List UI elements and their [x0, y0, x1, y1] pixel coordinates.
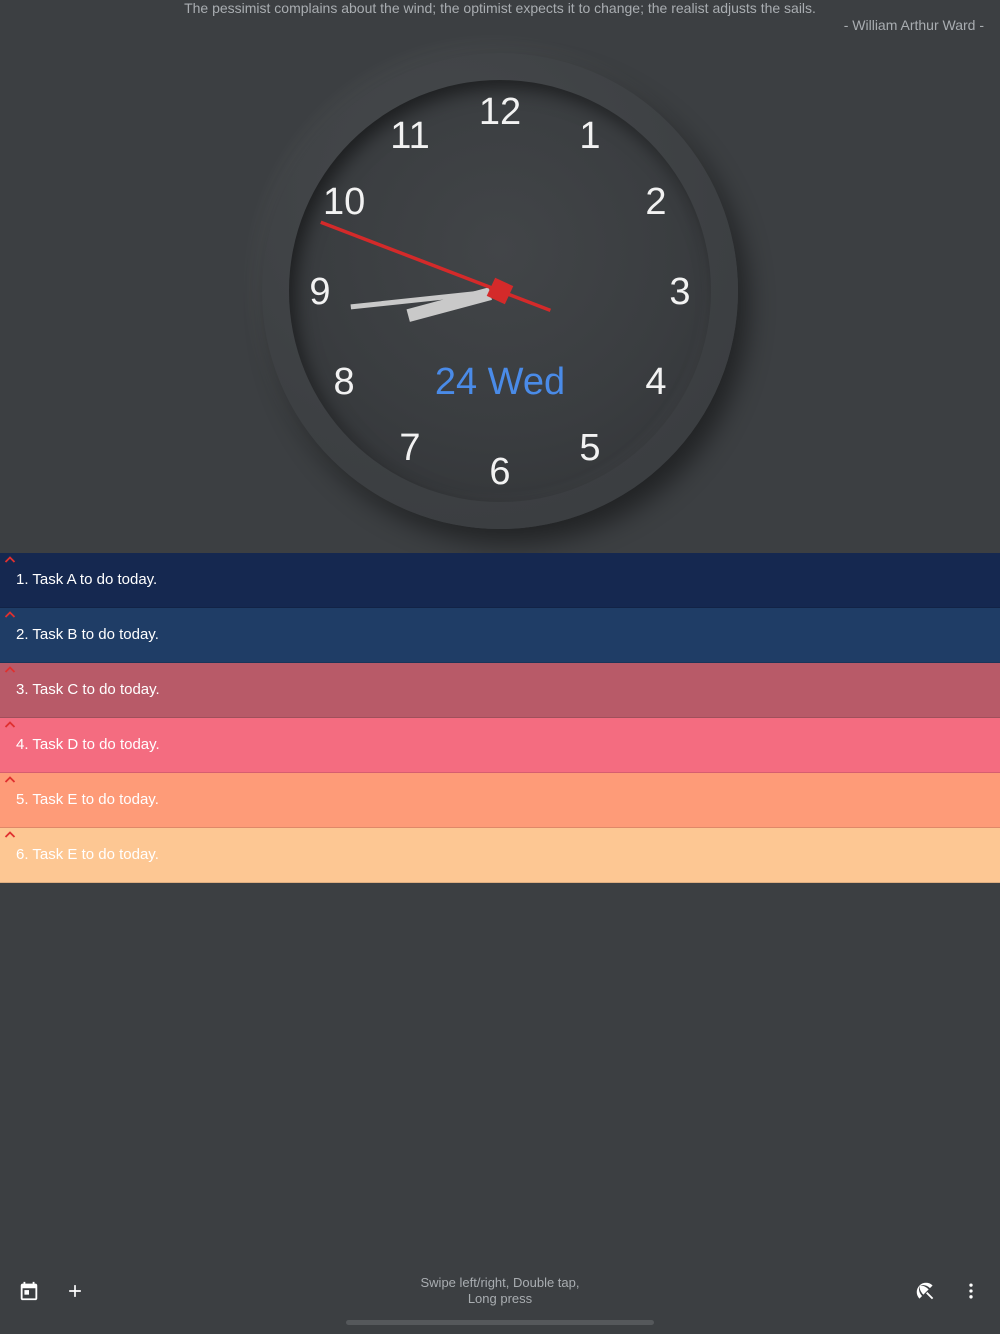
beach-umbrella-icon[interactable]	[910, 1276, 940, 1306]
task-row[interactable]: 3. Task C to do today.	[0, 663, 1000, 718]
analog-clock[interactable]: 12 1 2 3 4 5 6 7 8 9 10 11 24 Wed	[262, 53, 738, 529]
task-list: 1. Task A to do today. 2. Task B to do to…	[0, 553, 1000, 883]
caret-up-icon[interactable]	[4, 555, 16, 565]
calendar-icon[interactable]	[14, 1276, 44, 1306]
clock-numeral: 9	[309, 271, 330, 313]
task-row[interactable]: 5. Task E to do today.	[0, 773, 1000, 828]
more-vert-icon[interactable]	[956, 1276, 986, 1306]
clock-numeral: 8	[334, 361, 355, 403]
task-label: 6. Task E to do today.	[16, 846, 159, 863]
add-icon[interactable]	[60, 1276, 90, 1306]
clock-numeral: 5	[579, 427, 600, 469]
clock-numeral: 7	[399, 427, 420, 469]
clock-numeral: 2	[645, 181, 666, 223]
quote-author: - William Arthur Ward -	[843, 17, 984, 33]
gesture-hint-line-2: Long press	[467, 1291, 533, 1306]
task-row[interactable]: 2. Task B to do today.	[0, 608, 1000, 663]
clock-numeral: 1	[579, 115, 600, 157]
task-label: 5. Task E to do today.	[16, 791, 159, 808]
task-label: 2. Task B to do today.	[16, 626, 159, 643]
gesture-hint: Swipe left/right, Double tap, Long press	[350, 1275, 650, 1307]
task-label: 1. Task A to do today.	[16, 571, 158, 588]
task-row[interactable]: 1. Task A to do today.	[0, 553, 1000, 608]
clock-numeral: 10	[323, 181, 365, 223]
task-row[interactable]: 4. Task D to do today.	[0, 718, 1000, 773]
task-label: 4. Task D to do today.	[16, 736, 160, 753]
clock-numeral: 3	[669, 271, 690, 313]
caret-up-icon[interactable]	[4, 665, 16, 675]
clock-numeral: 6	[489, 451, 510, 493]
home-indicator	[346, 1320, 654, 1325]
task-row[interactable]: 6. Task E to do today.	[0, 828, 1000, 883]
clock-dial: 121234567891011 24 Wed	[309, 91, 690, 493]
clock-numeral: 12	[479, 91, 521, 133]
gesture-hint-line-1: Swipe left/right, Double tap,	[420, 1275, 580, 1290]
caret-up-icon[interactable]	[4, 830, 16, 840]
date-label: 24 Wed	[435, 361, 565, 403]
task-label: 3. Task C to do today.	[16, 681, 160, 698]
clock-center-cap	[486, 277, 514, 305]
caret-up-icon[interactable]	[4, 775, 16, 785]
quote-text: The pessimist complains about the wind; …	[184, 0, 816, 16]
caret-up-icon[interactable]	[4, 610, 16, 620]
clock-numeral: 4	[645, 361, 666, 403]
clock-numeral: 11	[390, 115, 429, 157]
caret-up-icon[interactable]	[4, 720, 16, 730]
